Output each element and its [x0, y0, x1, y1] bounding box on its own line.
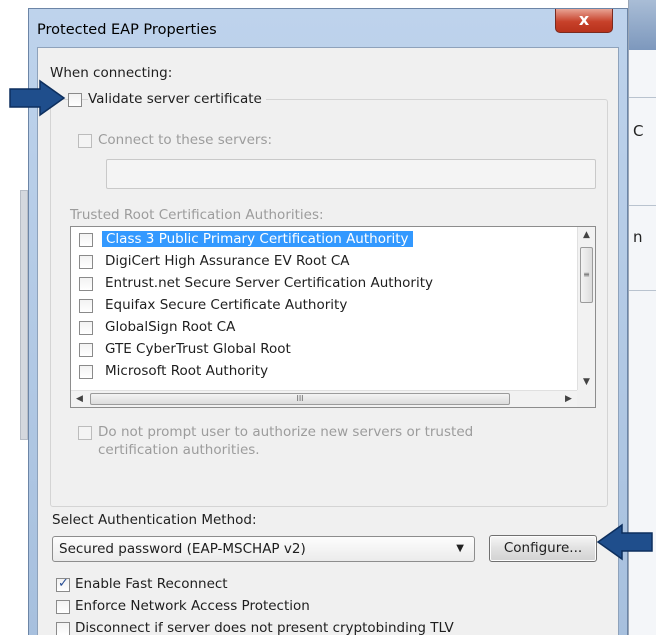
authority-row[interactable]: Equifax Secure Certificate Authority — [71, 295, 559, 317]
authority-row[interactable]: Microsoft Root Authority — [71, 361, 559, 381]
when-connecting-heading: When connecting: — [50, 65, 173, 81]
callout-arrow-icon — [9, 79, 66, 117]
vertical-scroll-thumb[interactable]: ≡ — [580, 247, 593, 303]
background-text-fragment: C — [633, 122, 644, 140]
background-divider — [629, 205, 656, 206]
authority-row[interactable]: DigiCert High Assurance EV Root CA — [71, 251, 559, 273]
scroll-right-icon[interactable]: ▶ — [560, 391, 577, 407]
authority-checkbox[interactable] — [79, 299, 93, 313]
auth-method-value: Secured password (EAP-MSCHAP v2) — [59, 541, 306, 557]
do-not-prompt-label-line1: Do not prompt user to authorize new serv… — [98, 424, 474, 440]
scroll-down-icon[interactable]: ▼ — [578, 374, 595, 391]
authority-label: Microsoft Root Authority — [105, 363, 269, 379]
scrollbar-corner — [577, 390, 595, 407]
authority-checkbox[interactable] — [79, 321, 93, 335]
auth-method-dropdown[interactable]: Secured password (EAP-MSCHAP v2) ▼ — [52, 536, 475, 562]
scroll-left-icon[interactable]: ◀ — [71, 391, 88, 407]
background-divider — [629, 290, 656, 291]
validate-certificate-checkbox[interactable] — [68, 93, 82, 107]
background-window-titlebar — [629, 0, 656, 50]
background-scrollbar — [20, 190, 28, 440]
authority-checkbox[interactable] — [79, 255, 93, 269]
auth-method-heading: Select Authentication Method: — [52, 512, 257, 528]
callout-arrow-icon — [596, 523, 653, 561]
trusted-authorities-heading: Trusted Root Certification Authorities: — [70, 207, 324, 223]
configure-button-label: Configure... — [503, 540, 583, 556]
horizontal-scroll-thumb[interactable]: III — [90, 393, 510, 405]
fast-reconnect-label[interactable]: Enable Fast Reconnect — [75, 576, 228, 592]
authority-row[interactable]: GTE CyberTrust Global Root — [71, 339, 559, 361]
authority-label: GTE CyberTrust Global Root — [105, 341, 291, 357]
dialog-content: When connecting: Validate server certifi… — [37, 47, 619, 635]
cryptobinding-label[interactable]: Disconnect if server does not present cr… — [75, 620, 454, 635]
authority-row[interactable]: GlobalSign Root CA — [71, 317, 559, 339]
authority-label: Class 3 Public Primary Certification Aut… — [102, 231, 413, 247]
authority-checkbox[interactable] — [79, 343, 93, 357]
authority-label: DigiCert High Assurance EV Root CA — [105, 253, 350, 269]
close-button[interactable]: x — [555, 9, 613, 33]
authorities-horizontal-scrollbar[interactable]: ◀ III ▶ — [71, 390, 577, 407]
authority-label: Equifax Secure Certificate Authority — [105, 297, 348, 313]
authority-label: Entrust.net Secure Server Certification … — [105, 275, 433, 291]
enforce-nap-label[interactable]: Enforce Network Access Protection — [75, 598, 310, 614]
fast-reconnect-checkbox[interactable] — [56, 576, 70, 592]
authority-label: GlobalSign Root CA — [105, 319, 236, 335]
authority-checkbox[interactable] — [79, 365, 93, 379]
authorities-vertical-scrollbar[interactable]: ▲ ≡ ▼ — [577, 227, 595, 391]
connect-servers-label: Connect to these servers: — [98, 132, 273, 148]
background-text-fragment: n — [633, 228, 643, 246]
cryptobinding-checkbox[interactable] — [56, 622, 70, 635]
peap-properties-dialog: Protected EAP Properties x When connecti… — [28, 8, 628, 635]
do-not-prompt-label-line2: certification authorities. — [98, 442, 260, 458]
validate-certificate-label[interactable]: Validate server certificate — [88, 91, 266, 107]
configure-button[interactable]: Configure... — [489, 535, 597, 562]
connect-servers-checkbox[interactable] — [78, 134, 92, 148]
authority-row[interactable]: Class 3 Public Primary Certification Aut… — [71, 229, 559, 251]
do-not-prompt-checkbox[interactable] — [78, 426, 92, 440]
enforce-nap-checkbox[interactable] — [56, 600, 70, 614]
window-title: Protected EAP Properties — [37, 22, 217, 38]
trusted-authorities-list[interactable]: Class 3 Public Primary Certification Aut… — [70, 226, 596, 408]
authority-row[interactable]: Entrust.net Secure Server Certification … — [71, 273, 559, 295]
title-bar[interactable]: Protected EAP Properties x — [29, 9, 627, 47]
chevron-down-icon: ▼ — [456, 543, 464, 554]
authority-checkbox[interactable] — [79, 233, 93, 247]
servers-input[interactable] — [106, 159, 596, 189]
close-icon: x — [578, 10, 590, 29]
authority-checkbox[interactable] — [79, 277, 93, 291]
background-divider — [629, 97, 656, 98]
scroll-up-icon[interactable]: ▲ — [578, 227, 595, 244]
